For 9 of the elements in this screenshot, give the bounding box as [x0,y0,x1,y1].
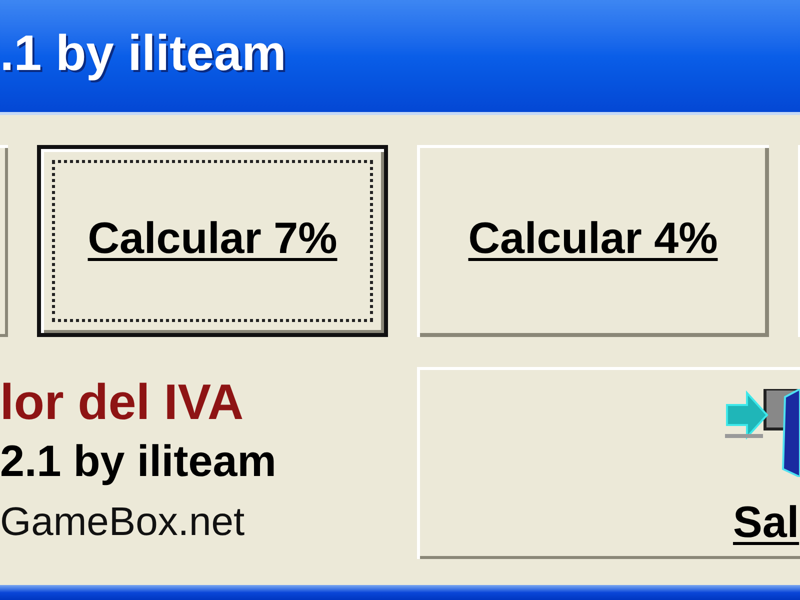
door-arrow-icon [725,389,800,477]
app-name-text: lor del IVA [0,373,244,432]
calculate-button[interactable]: Calcular 4% [417,145,769,337]
exit-button[interactable]: Sal [417,367,800,559]
clipped-button[interactable] [0,145,8,337]
calculate-button[interactable]: Calcular 7% [37,145,388,337]
window-title: .1 by iliteam [0,28,286,83]
website-text: GameBox.net [0,499,245,546]
version-text: 2.1 by iliteam [0,436,276,488]
